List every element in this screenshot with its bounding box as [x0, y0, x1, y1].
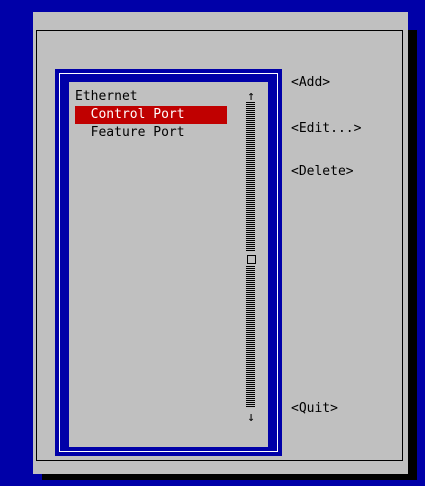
listbox-border: Ethernet Control Port Feature Port ↑ ↓ [59, 73, 278, 452]
dialog-window: Ethernet Control Port Feature Port ↑ ↓ <… [33, 12, 408, 474]
list-item-ethernet[interactable]: Ethernet [75, 88, 138, 106]
dialog-frame: Ethernet Control Port Feature Port ↑ ↓ <… [36, 30, 403, 461]
edit-button[interactable]: <Edit...> [291, 120, 361, 138]
quit-button[interactable]: <Quit> [291, 400, 338, 418]
scrollbar-thumb-box-icon [246, 254, 256, 264]
listbox: Ethernet Control Port Feature Port ↑ ↓ [55, 69, 282, 456]
delete-button[interactable]: <Delete> [291, 163, 354, 181]
list-item-feature-port[interactable]: Feature Port [75, 124, 185, 142]
scroll-down-arrow-icon[interactable]: ↓ [244, 409, 258, 427]
terminal-screen: Ethernet Control Port Feature Port ↑ ↓ <… [0, 0, 425, 486]
scrollbar-thumb[interactable] [244, 252, 258, 266]
add-button[interactable]: <Add> [291, 74, 330, 92]
listbox-content: Ethernet Control Port Feature Port ↑ ↓ [69, 82, 268, 447]
list-item-control-port[interactable]: Control Port [75, 106, 227, 124]
